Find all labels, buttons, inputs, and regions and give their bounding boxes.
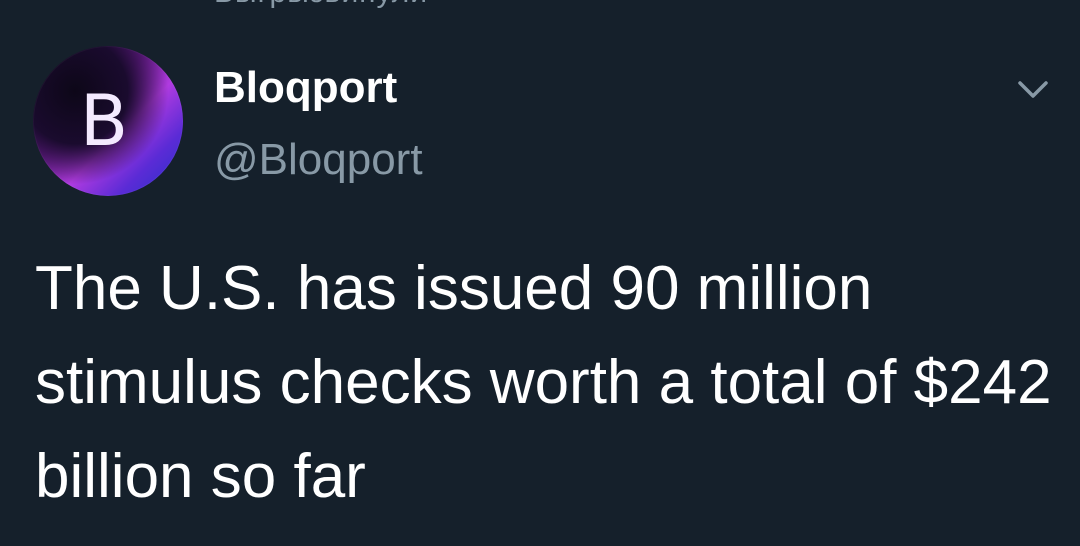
- avatar-letter: B: [80, 80, 129, 162]
- chevron-down-icon: [1018, 81, 1048, 98]
- previous-tweet-context-text: Выгрызвипули: [214, 0, 428, 10]
- author-handle[interactable]: @Bloqport: [214, 132, 423, 188]
- avatar[interactable]: B: [33, 46, 183, 196]
- tweet-menu-button[interactable]: [1010, 70, 1056, 110]
- author-display-name[interactable]: Bloqport: [214, 60, 397, 116]
- tweet-text: The U.S. has issued 90 million stimulus …: [35, 254, 1052, 511]
